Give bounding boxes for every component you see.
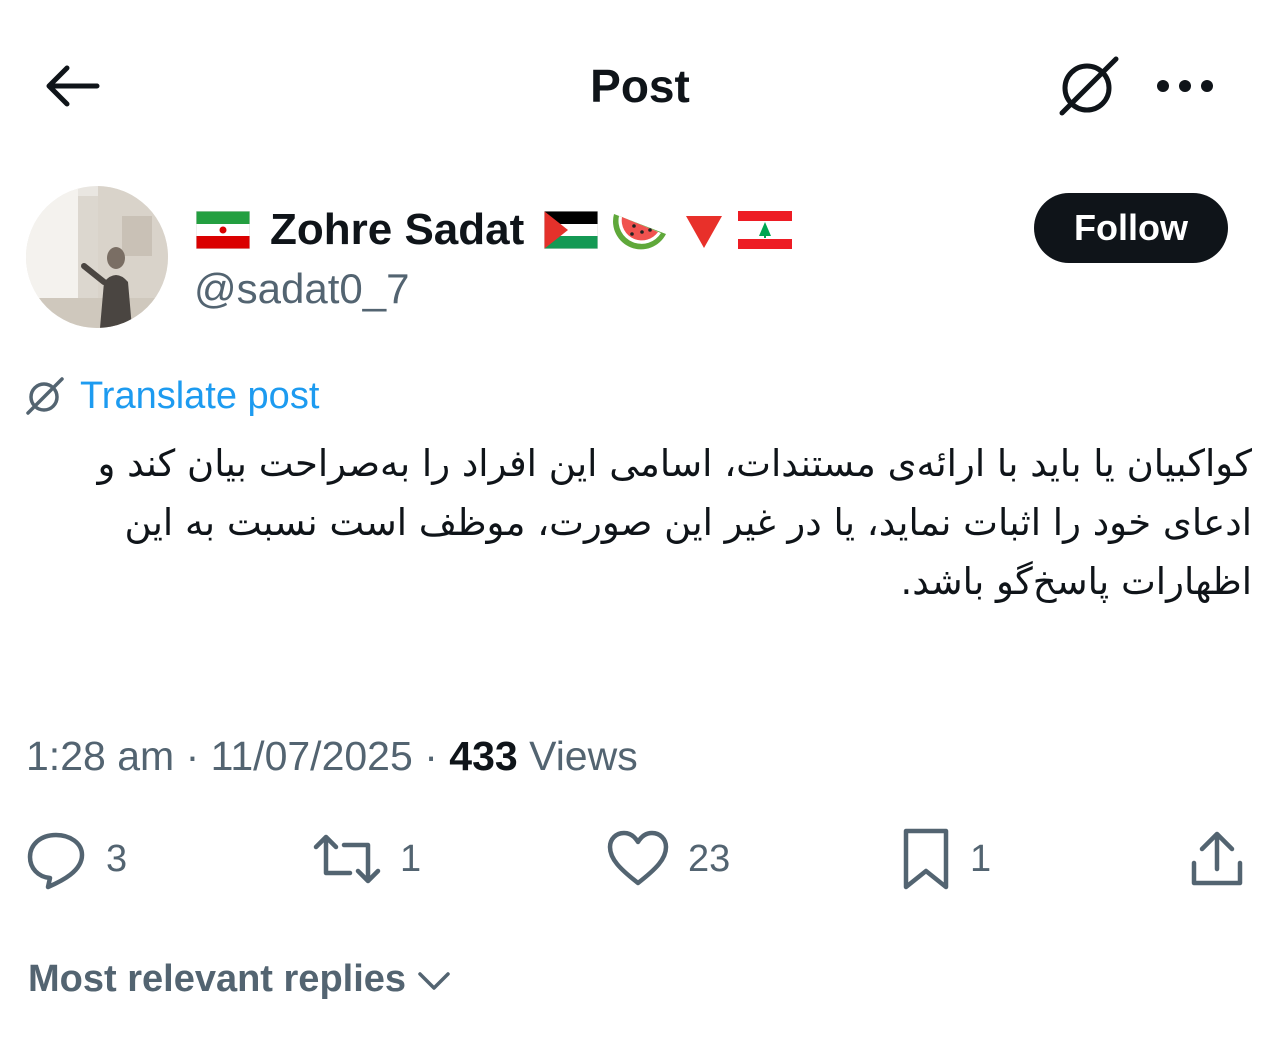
repost-count: 1 bbox=[400, 837, 422, 880]
replies-sort-label: Most relevant replies bbox=[28, 958, 407, 1000]
author-name-row[interactable]: Zohre Sadat bbox=[196, 200, 793, 260]
repost-button[interactable]: 1 bbox=[312, 826, 421, 892]
more-horizontal-icon bbox=[1157, 80, 1213, 92]
meta-separator: · bbox=[424, 733, 438, 779]
heart-icon bbox=[607, 830, 669, 886]
avatar-image bbox=[26, 186, 168, 328]
chevron-down-icon bbox=[418, 971, 450, 990]
watermelon-icon bbox=[613, 214, 667, 250]
share-button[interactable] bbox=[1188, 826, 1246, 892]
bookmark-button[interactable]: 1 bbox=[900, 826, 991, 892]
like-button[interactable]: 23 bbox=[606, 826, 730, 892]
translate-post-link[interactable]: Translate post bbox=[24, 370, 319, 422]
iran-flag-icon bbox=[196, 211, 250, 249]
post-meta: 1:28 am · 11/07/2025 · 433 Views bbox=[26, 728, 638, 784]
like-count: 23 bbox=[688, 837, 731, 880]
grok-icon bbox=[26, 377, 64, 415]
share-icon bbox=[1191, 831, 1243, 886]
lebanon-flag-icon bbox=[738, 211, 793, 249]
follow-button[interactable]: Follow bbox=[1034, 193, 1228, 263]
reply-count: 3 bbox=[106, 837, 128, 880]
post-date[interactable]: 11/07/2025 bbox=[211, 733, 413, 779]
post-time[interactable]: 1:28 am bbox=[26, 733, 174, 779]
red-triangle-icon bbox=[686, 216, 723, 248]
author-display-name: Zohre Sadat bbox=[270, 205, 525, 254]
reply-button[interactable]: 3 bbox=[24, 826, 127, 892]
translate-post-label: Translate post bbox=[80, 374, 320, 417]
meta-separator: · bbox=[185, 733, 200, 779]
replies-sort-dropdown[interactable]: Most relevant replies bbox=[28, 958, 452, 1001]
palestine-flag-icon bbox=[544, 211, 599, 249]
bookmark-icon bbox=[903, 828, 949, 890]
more-options-button[interactable] bbox=[1150, 60, 1220, 112]
post-text: کواکبیان یا باید با ارائه‌ی مستندات، اسا… bbox=[97, 442, 1252, 603]
repost-icon bbox=[313, 834, 381, 884]
bookmark-count: 1 bbox=[970, 837, 992, 880]
author-handle[interactable]: @sadat0_7 bbox=[194, 262, 409, 316]
reply-icon bbox=[27, 832, 85, 890]
avatar[interactable] bbox=[26, 186, 168, 328]
views-label: Views bbox=[529, 733, 638, 779]
grok-icon bbox=[1059, 56, 1119, 116]
views-count: 433 bbox=[449, 733, 518, 779]
grok-button[interactable] bbox=[1054, 52, 1124, 120]
